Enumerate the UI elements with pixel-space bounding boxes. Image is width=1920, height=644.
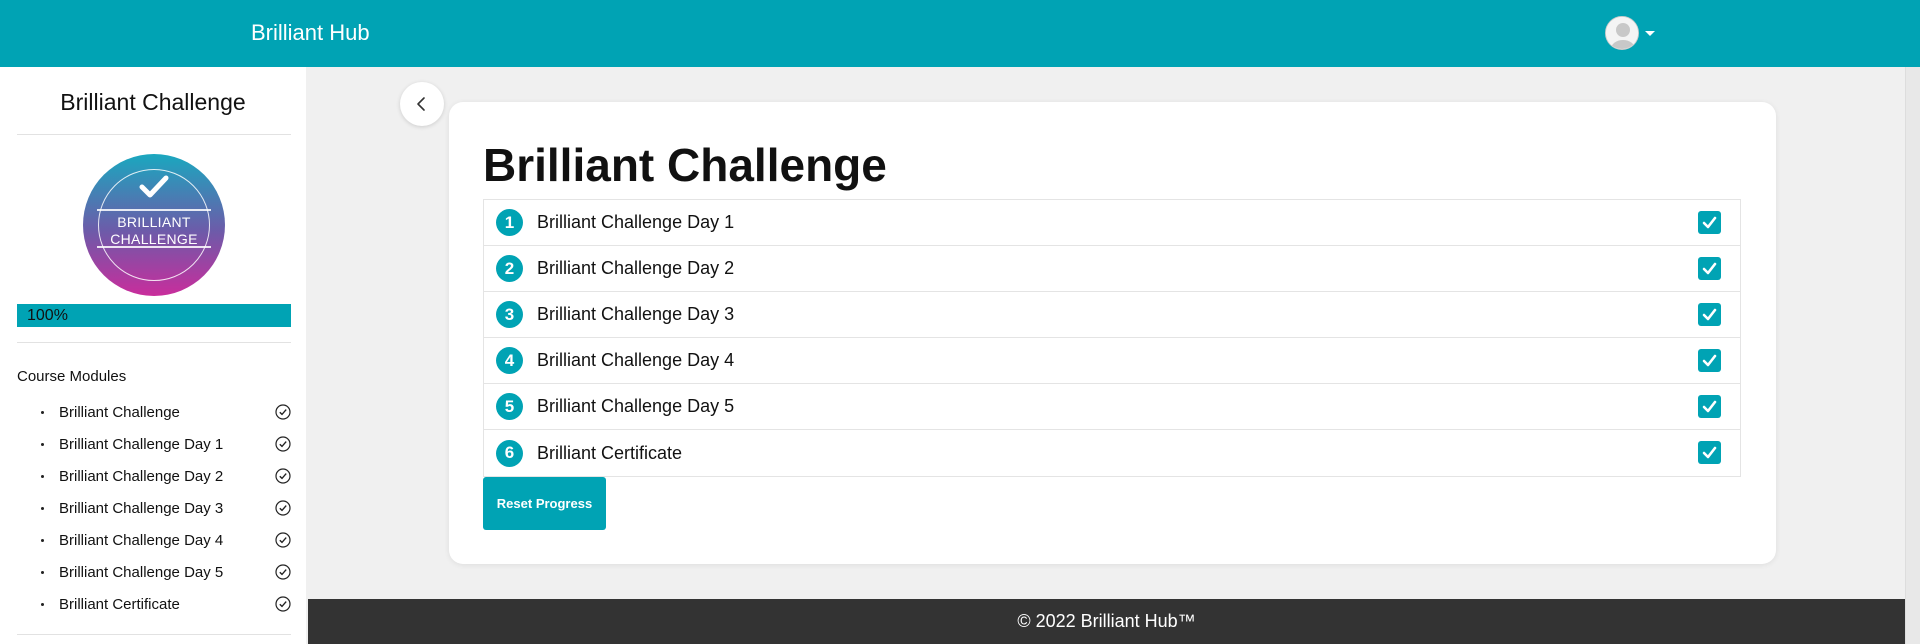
module-label: Brilliant Challenge Day 5 <box>59 563 224 581</box>
top-navbar: Brilliant Hub <box>0 0 1920 67</box>
badge-divider <box>97 209 211 211</box>
bullet-icon <box>41 410 44 414</box>
check-circle-icon <box>275 500 291 516</box>
lesson-label[interactable]: Brilliant Challenge Day 4 <box>537 350 734 371</box>
lesson-complete-checkbox[interactable] <box>1698 257 1721 280</box>
bullet-icon <box>41 570 44 574</box>
lesson-label[interactable]: Brilliant Challenge Day 2 <box>537 258 734 279</box>
lesson-complete-checkbox[interactable] <box>1698 303 1721 326</box>
divider <box>17 634 291 635</box>
module-item[interactable]: Brilliant Challenge Day 2 <box>17 460 291 492</box>
divider <box>17 342 291 343</box>
brand-link[interactable]: Brilliant Hub <box>251 20 370 46</box>
bullet-icon <box>41 506 44 510</box>
badge-text-line1: BRILLIANT <box>117 214 191 230</box>
lesson-row[interactable]: 3 Brilliant Challenge Day 3 <box>484 292 1740 338</box>
progress-label: 100% <box>27 307 68 324</box>
module-label: Brilliant Challenge Day 1 <box>59 435 224 453</box>
page-title: Brilliant Challenge <box>483 139 887 191</box>
check-circle-icon <box>275 436 291 452</box>
bullet-icon <box>41 602 44 606</box>
bullet-icon <box>41 474 44 478</box>
lesson-number: 2 <box>496 255 523 282</box>
lesson-number: 1 <box>496 209 523 236</box>
sidebar: Brilliant Challenge BRILLIANT CHALLENGE … <box>0 67 306 644</box>
lesson-complete-checkbox[interactable] <box>1698 395 1721 418</box>
checkmark-icon <box>139 175 169 198</box>
checkmark-icon <box>1702 400 1717 413</box>
check-circle-icon <box>275 532 291 548</box>
chevron-left-icon <box>417 97 425 111</box>
back-button[interactable] <box>400 82 444 126</box>
scrollbar[interactable] <box>1905 67 1920 644</box>
module-item[interactable]: Brilliant Challenge Day 4 <box>17 524 291 556</box>
course-card: Brilliant Challenge 1 Brilliant Challeng… <box>449 102 1776 564</box>
lesson-label[interactable]: Brilliant Challenge Day 5 <box>537 396 734 417</box>
module-item[interactable]: Brilliant Challenge Day 3 <box>17 492 291 524</box>
module-list: Brilliant Challenge Brilliant Challenge … <box>17 396 291 620</box>
module-label: Brilliant Challenge Day 3 <box>59 499 224 517</box>
check-circle-icon <box>275 564 291 580</box>
module-label: Brilliant Challenge <box>59 403 180 421</box>
lesson-row[interactable]: 2 Brilliant Challenge Day 2 <box>484 246 1740 292</box>
lesson-row[interactable]: 4 Brilliant Challenge Day 4 <box>484 338 1740 384</box>
user-avatar-icon[interactable] <box>1605 16 1639 50</box>
lesson-label[interactable]: Brilliant Challenge Day 1 <box>537 212 734 233</box>
badge-text: BRILLIANT CHALLENGE <box>83 214 225 248</box>
divider <box>17 134 291 135</box>
module-label: Brilliant Challenge Day 2 <box>59 467 224 485</box>
lesson-complete-checkbox[interactable] <box>1698 349 1721 372</box>
lesson-list: 1 Brilliant Challenge Day 1 2 Brilliant … <box>483 199 1741 477</box>
reset-progress-button[interactable]: Reset Progress <box>483 477 606 530</box>
bullet-icon <box>41 538 44 542</box>
checkmark-icon <box>1702 446 1717 459</box>
module-label: Brilliant Challenge Day 4 <box>59 531 224 549</box>
checkmark-icon <box>1702 262 1717 275</box>
module-label: Brilliant Certificate <box>59 595 180 613</box>
module-item[interactable]: Brilliant Challenge Day 1 <box>17 428 291 460</box>
module-item[interactable]: Brilliant Challenge Day 5 <box>17 556 291 588</box>
check-circle-icon <box>275 404 291 420</box>
lesson-row[interactable]: 6 Brilliant Certificate <box>484 430 1740 476</box>
sidebar-title: Brilliant Challenge <box>60 89 246 115</box>
lesson-label[interactable]: Brilliant Challenge Day 3 <box>537 304 734 325</box>
checkmark-icon <box>1702 308 1717 321</box>
module-item[interactable]: Brilliant Challenge <box>17 396 291 428</box>
course-progress-bar: 100% <box>17 304 291 327</box>
lesson-complete-checkbox[interactable] <box>1698 441 1721 464</box>
lesson-row[interactable]: 5 Brilliant Challenge Day 5 <box>484 384 1740 430</box>
lesson-row[interactable]: 1 Brilliant Challenge Day 1 <box>484 200 1740 246</box>
lesson-number: 6 <box>496 439 523 467</box>
checkmark-icon <box>1702 354 1717 367</box>
checkmark-icon <box>1702 216 1717 229</box>
course-badge: BRILLIANT CHALLENGE <box>83 154 225 296</box>
lesson-number: 4 <box>496 347 523 374</box>
check-circle-icon <box>275 468 291 484</box>
lesson-label[interactable]: Brilliant Certificate <box>537 443 682 464</box>
check-circle-icon <box>275 596 291 612</box>
user-menu[interactable] <box>1605 16 1655 50</box>
bullet-icon <box>41 442 44 446</box>
module-item[interactable]: Brilliant Certificate <box>17 588 291 620</box>
caret-down-icon[interactable] <box>1645 30 1655 36</box>
lesson-number: 3 <box>496 301 523 328</box>
badge-text-line2: CHALLENGE <box>110 231 198 247</box>
lesson-complete-checkbox[interactable] <box>1698 211 1721 234</box>
lesson-number: 5 <box>496 393 523 420</box>
course-modules-heading: Course Modules <box>17 368 127 385</box>
footer: © 2022 Brilliant Hub™ <box>308 599 1905 644</box>
